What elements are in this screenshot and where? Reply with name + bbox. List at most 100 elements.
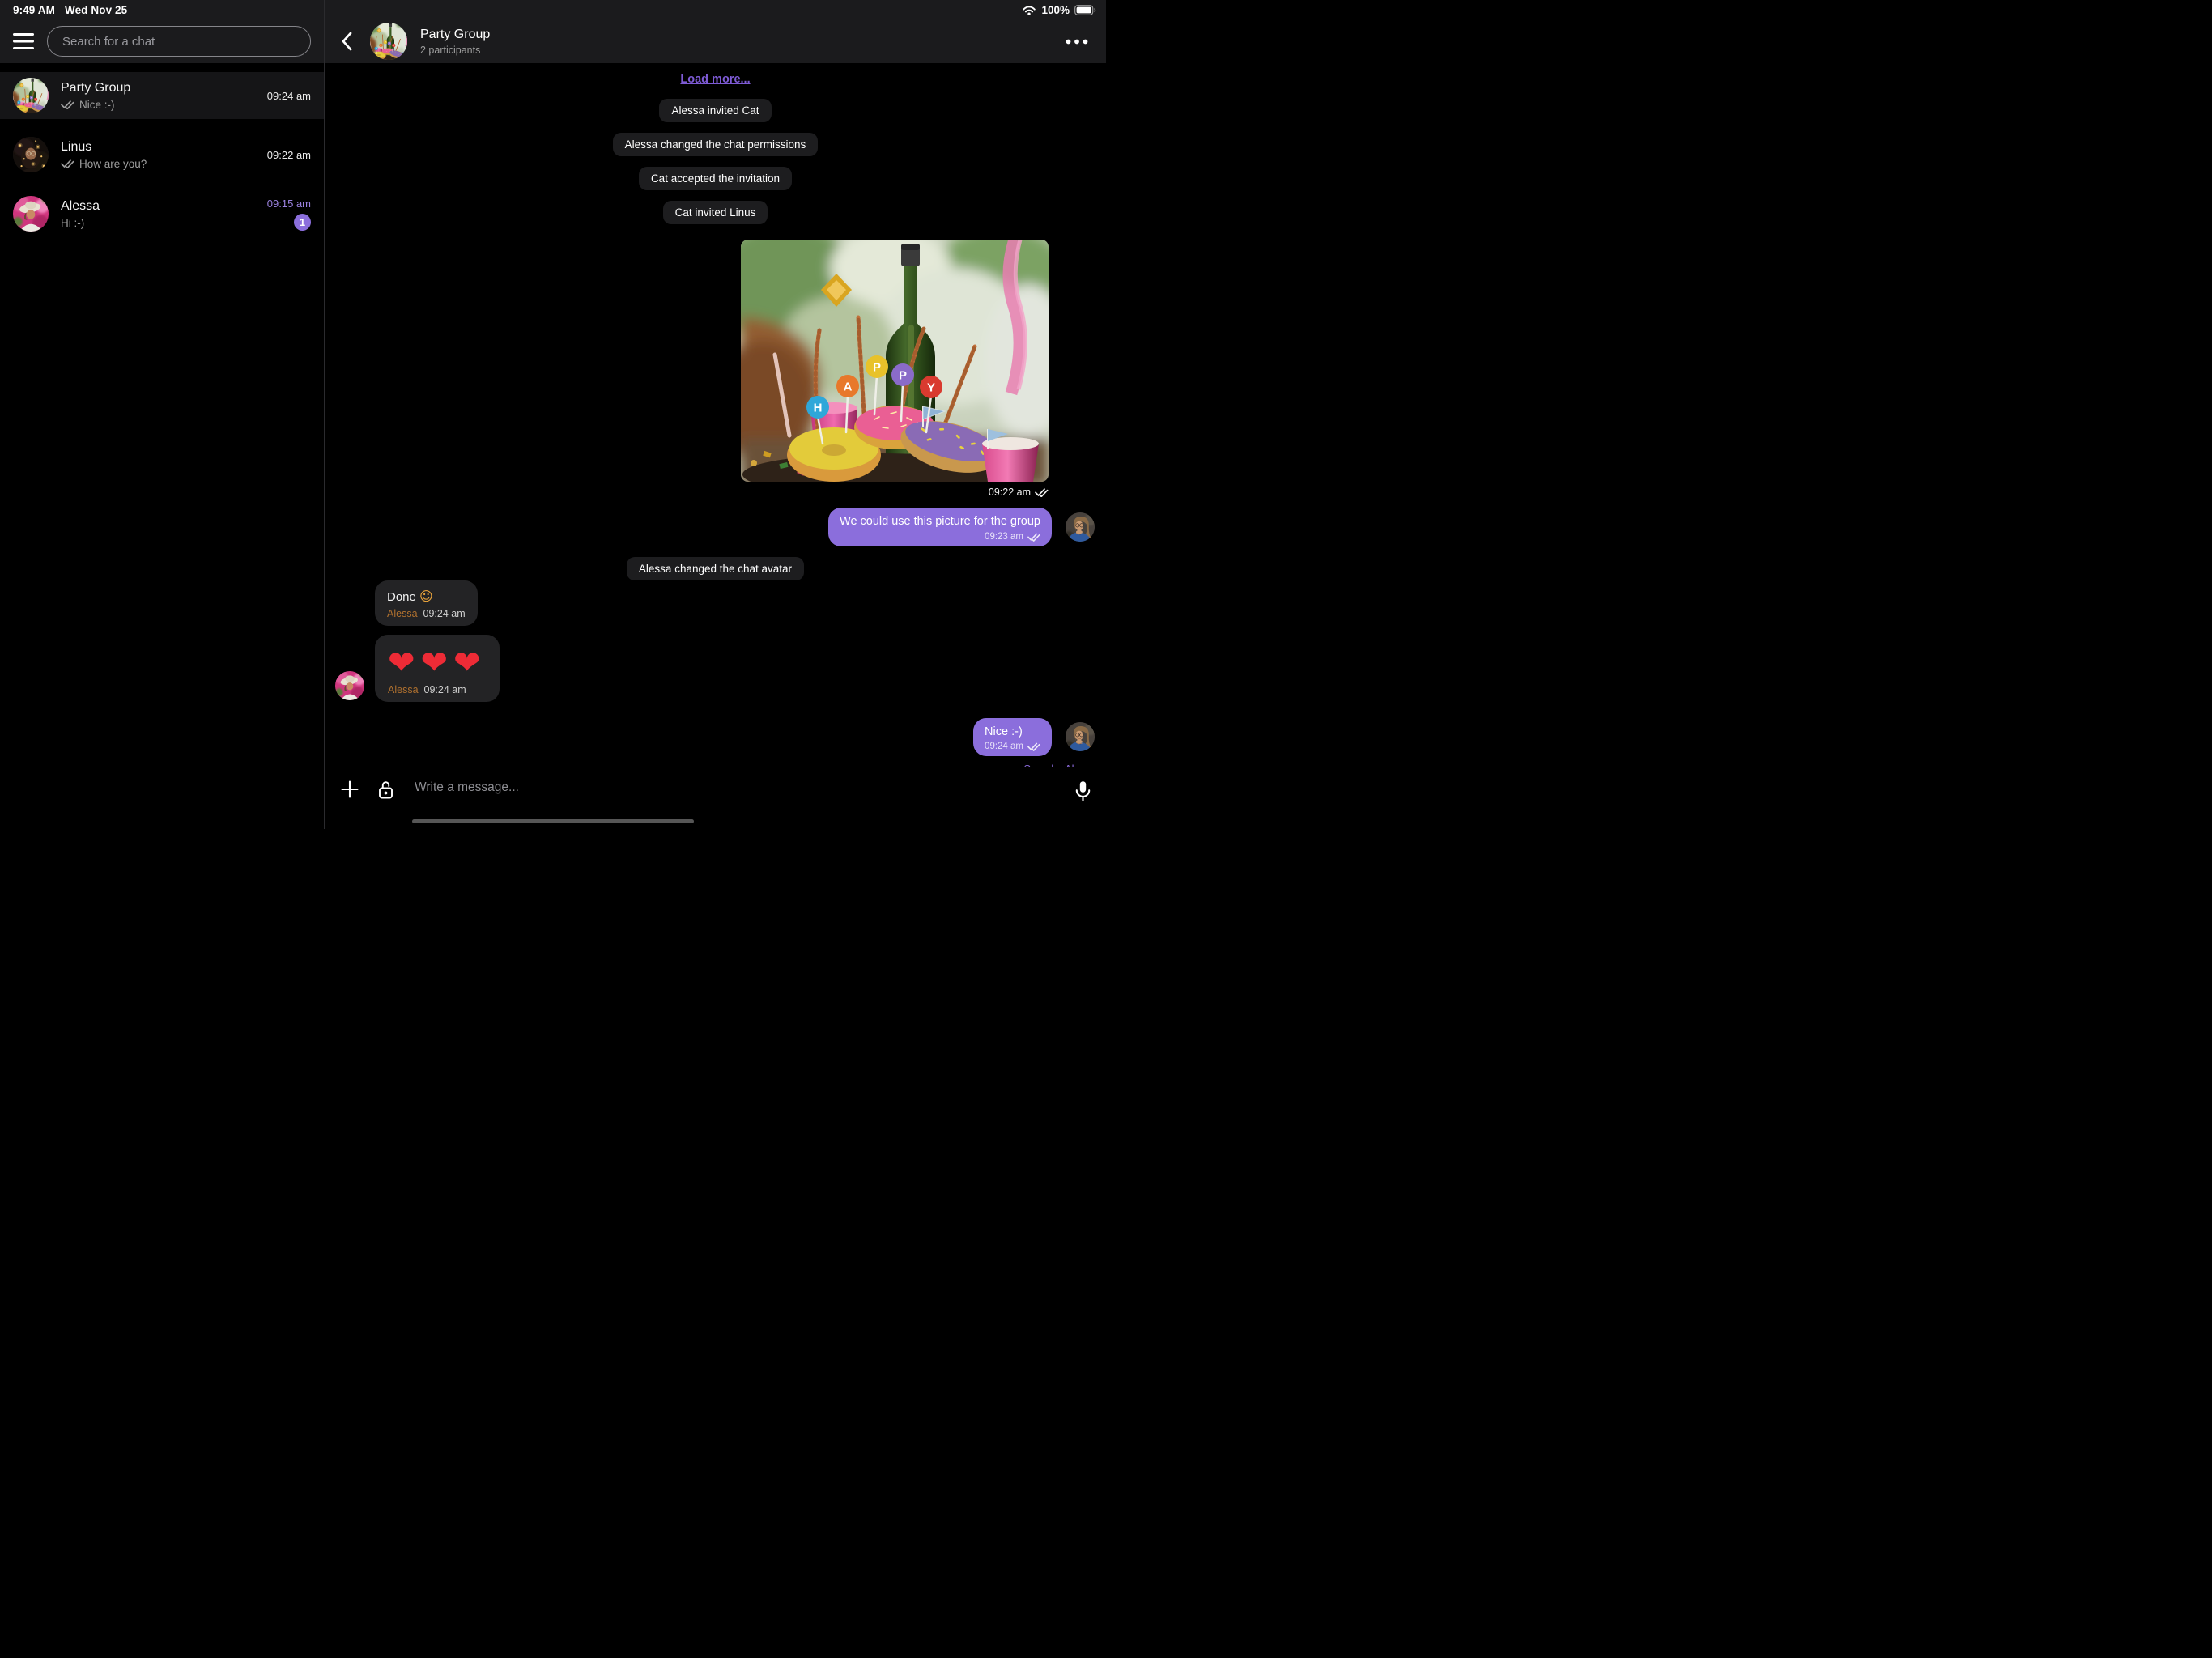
message-meta: 09:24 am (985, 742, 1040, 751)
message-bubble-own[interactable]: Nice :-) 09:24 am (973, 718, 1052, 757)
own-message-row: Nice :-) 09:24 am (973, 718, 1095, 757)
message-time: 09:22 am (989, 487, 1031, 498)
chat-item-time: 09:15 am (267, 198, 311, 210)
status-bar-right: 100% (1022, 4, 1096, 16)
chat-list: Party Group Nice :-) 09:24 am Linus (0, 63, 324, 829)
hearts-emoji: ❤❤❤ (388, 646, 487, 680)
chat-item-texts: Alessa Hi :-) (61, 198, 100, 228)
search-field (47, 26, 311, 57)
linus-avatar (13, 137, 49, 172)
party-group-avatar (13, 78, 49, 113)
peer-message-group: ❤❤❤ Alessa 09:24 am (375, 635, 500, 702)
own-message-row: We could use this picture for the group … (828, 508, 1095, 546)
chat-item-subtitle: Hi :-) (61, 217, 100, 229)
back-button[interactable] (341, 32, 352, 51)
own-avatar (1066, 722, 1095, 751)
message-input[interactable] (415, 780, 1055, 795)
chat-title: Party Group (420, 27, 490, 42)
ellipsis-icon (1066, 39, 1088, 45)
chat-list-item-alessa[interactable]: Alessa Hi :-) 09:15 am 1 (0, 190, 324, 237)
chat-subtitle: 2 participants (420, 45, 490, 56)
chat-item-last-message: Hi :-) (61, 217, 84, 229)
read-receipt-icon (61, 159, 74, 168)
chat-list-item-party-group[interactable]: Party Group Nice :-) 09:24 am (0, 72, 324, 119)
message-bubble-peer[interactable]: ❤❤❤ Alessa 09:24 am (375, 635, 500, 702)
system-message: Cat invited Linus (663, 201, 768, 224)
more-options-button[interactable] (1064, 34, 1090, 49)
message-meta: 09:23 am (840, 532, 1040, 542)
alessa-avatar (13, 196, 49, 232)
image-message-meta: 09:22 am (989, 487, 1049, 498)
read-receipt-icon (1027, 742, 1040, 751)
chat-list-item-linus[interactable]: Linus How are you? 09:22 am (0, 131, 324, 178)
message-thread: Load more... Alessa invited Cat Alessa c… (325, 63, 1106, 767)
search-input[interactable] (48, 35, 310, 49)
chat-item-subtitle: How are you? (61, 158, 147, 170)
chat-panel: 100% Party Group 2 participants (324, 0, 1106, 829)
encryption-indicator (378, 780, 393, 799)
chat-titles[interactable]: Party Group 2 participants (420, 27, 490, 55)
message-time: 09:23 am (985, 532, 1023, 542)
image-message[interactable] (741, 240, 1049, 482)
read-receipt-icon (61, 100, 74, 109)
party-photo (741, 240, 1049, 482)
status-date: Wed Nov 25 (65, 4, 127, 16)
message-time: 09:24 am (424, 684, 466, 695)
sidebar-header: 9:49 AM Wed Nov 25 (0, 0, 324, 63)
system-message: Alessa invited Cat (659, 99, 771, 122)
chat-item-meta: 09:24 am (267, 90, 311, 102)
hamburger-menu-icon (13, 33, 34, 49)
smiley-emoji: ☺ (419, 589, 433, 604)
message-text: We could use this picture for the group (840, 514, 1040, 530)
chat-item-meta: 09:15 am 1 (267, 198, 311, 231)
battery-percent: 100% (1041, 4, 1070, 16)
message-text-part: Done (387, 590, 416, 604)
message-sender: Alessa (388, 684, 419, 695)
chat-item-texts: Party Group Nice :-) (61, 80, 130, 110)
system-message: Alessa changed the chat avatar (627, 557, 804, 580)
chevron-left-icon (341, 32, 352, 51)
home-indicator[interactable] (412, 819, 694, 823)
alessa-avatar (335, 671, 364, 700)
status-bar-left: 9:49 AM Wed Nov 25 (13, 4, 127, 16)
own-avatar (1066, 512, 1095, 542)
chat-item-time: 09:24 am (267, 90, 311, 102)
sidebar: 9:49 AM Wed Nov 25 (0, 0, 324, 829)
status-time: 9:49 AM (13, 4, 55, 16)
chat-item-subtitle: Nice :-) (61, 99, 130, 111)
chat-item-texts: Linus How are you? (61, 139, 147, 169)
app-screen: 9:49 AM Wed Nov 25 (0, 0, 1106, 829)
chat-header: 100% Party Group 2 participants (325, 0, 1106, 63)
chat-avatar[interactable] (370, 23, 407, 60)
chat-item-time: 09:22 am (267, 149, 311, 161)
message-text: Done ☺ (387, 589, 466, 604)
wifi-icon (1022, 5, 1036, 15)
message-time: 09:24 am (985, 742, 1023, 751)
chat-item-name: Party Group (61, 80, 130, 96)
chat-item-name: Linus (61, 139, 147, 155)
load-more-link[interactable]: Load more... (680, 73, 750, 86)
lock-icon (378, 780, 393, 799)
message-sender: Alessa (387, 608, 418, 619)
chat-header-row: Party Group 2 participants (325, 21, 1106, 62)
message-bubble-peer[interactable]: Done ☺ Alessa 09:24 am (375, 580, 478, 626)
microphone-icon (1074, 780, 1091, 802)
message-time: 09:24 am (423, 608, 466, 619)
attach-button[interactable] (341, 780, 359, 798)
peer-message-group: Done ☺ Alessa 09:24 am (375, 580, 478, 626)
voice-message-button[interactable] (1074, 780, 1091, 802)
read-receipt-icon (1027, 532, 1040, 542)
message-text: Nice :-) (985, 725, 1040, 741)
chat-item-last-message: How are you? (79, 158, 147, 170)
chat-item-name: Alessa (61, 198, 100, 214)
chat-item-meta: 09:22 am (267, 149, 311, 161)
chat-item-last-message: Nice :-) (79, 99, 115, 111)
sidebar-toolbar (0, 21, 324, 62)
message-meta: Alessa 09:24 am (387, 608, 466, 619)
unread-badge: 1 (294, 214, 311, 231)
system-message: Cat accepted the invitation (639, 167, 792, 190)
menu-button[interactable] (13, 33, 34, 49)
system-message: Alessa changed the chat permissions (613, 133, 819, 156)
read-receipt-icon (1035, 487, 1049, 497)
message-bubble-own[interactable]: We could use this picture for the group … (828, 508, 1052, 546)
